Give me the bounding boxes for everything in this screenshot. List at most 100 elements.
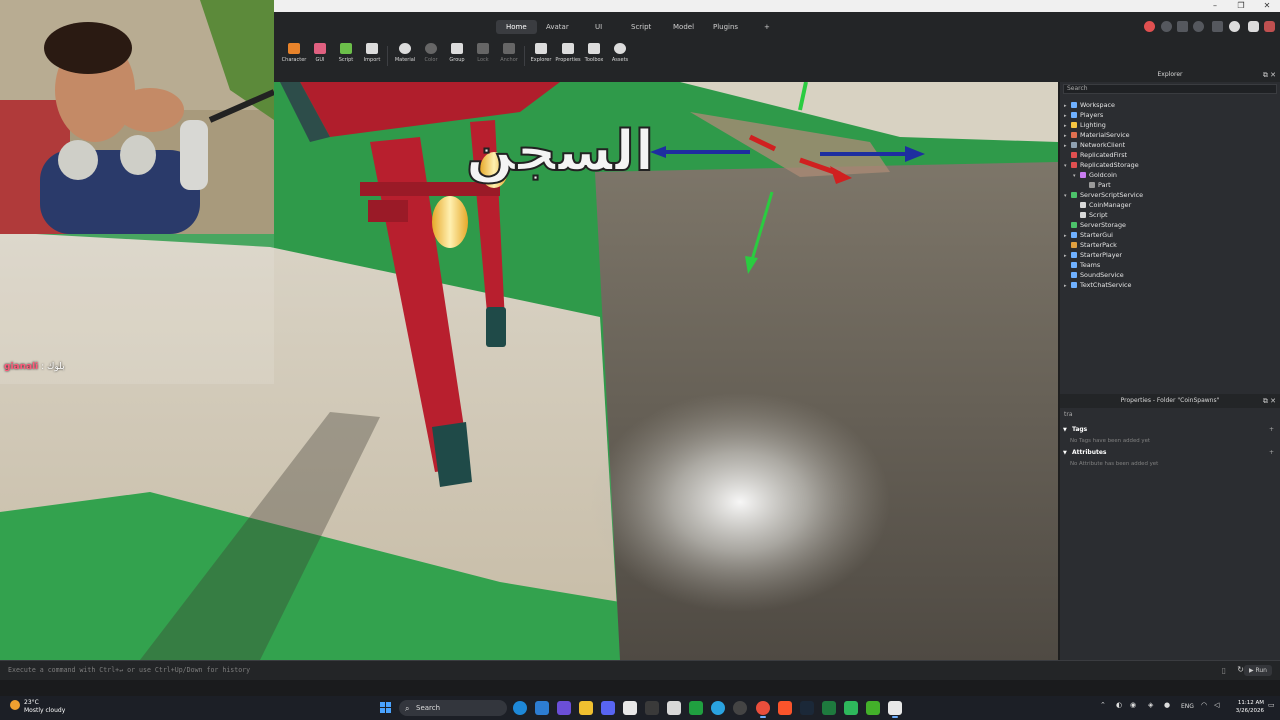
file-explorer-icon[interactable] xyxy=(579,701,593,715)
service-icon xyxy=(1080,212,1086,218)
tags-section-header[interactable]: ▼ Tags + xyxy=(1060,424,1280,436)
edge-icon[interactable] xyxy=(513,701,527,715)
explorer-tool-button[interactable]: Explorer xyxy=(526,42,556,68)
properties-filter-input[interactable]: tra xyxy=(1063,411,1277,421)
weather-condition: Mostly cloudy xyxy=(24,707,66,714)
share-icon[interactable] xyxy=(1193,21,1204,32)
expand-arrow-icon[interactable]: ▾ xyxy=(1073,171,1080,181)
excel-icon[interactable] xyxy=(822,701,836,715)
desktop-gap xyxy=(0,680,1280,696)
chat-icon[interactable] xyxy=(1177,21,1188,32)
volume-icon[interactable]: ◁ xyxy=(1214,701,1219,709)
explorer-item[interactable]: ▸ Lighting xyxy=(1064,120,1106,130)
gate-crossbeam xyxy=(360,182,500,196)
explorer-item[interactable]: ▸ MaterialService xyxy=(1064,130,1130,140)
discord-icon[interactable] xyxy=(601,701,615,715)
xbox-icon[interactable] xyxy=(689,701,703,715)
explorer-item[interactable]: Teams xyxy=(1064,260,1100,270)
expand-arrow-icon[interactable]: ▸ xyxy=(1064,281,1071,291)
tab-home[interactable]: Home xyxy=(496,20,537,34)
minimize-button[interactable]: – xyxy=(1202,0,1228,12)
nvidia-icon[interactable] xyxy=(866,701,880,715)
attributes-section-header[interactable]: ▼ Attributes + xyxy=(1060,447,1280,459)
explorer-item[interactable]: ▸ Players xyxy=(1064,110,1103,120)
explorer-item[interactable]: ▸ StarterGui xyxy=(1064,230,1113,240)
add-tag-icon[interactable]: + xyxy=(1269,424,1274,436)
explorer-item[interactable]: ▸ Workspace xyxy=(1064,100,1115,110)
toolbar-divider xyxy=(524,46,525,66)
notepad-icon[interactable] xyxy=(623,701,637,715)
explorer-item[interactable]: Part xyxy=(1082,180,1111,190)
explorer-item[interactable]: ▾ ServerScriptService xyxy=(1064,190,1143,200)
close-window-button[interactable]: ✕ xyxy=(1254,0,1280,12)
collaborate-icon[interactable] xyxy=(1212,21,1223,32)
explorer-item[interactable]: ReplicatedFirst xyxy=(1064,150,1127,160)
command-input[interactable]: Execute a command with Ctrl+↵ or use Ctr… xyxy=(8,666,250,674)
tray-app-icon[interactable]: ◈ xyxy=(1148,701,1153,709)
taskbar-clock[interactable]: 11:12 AM 3/26/2026 xyxy=(1230,699,1264,715)
anchor-tool-button[interactable]: Anchor xyxy=(494,42,524,68)
import-tool-button[interactable]: Import xyxy=(357,42,387,68)
tab-plugins[interactable]: Plugins xyxy=(703,20,748,34)
history-icon[interactable]: ↻ xyxy=(1237,665,1244,674)
taskbar-search[interactable]: ⌕ Search xyxy=(399,700,507,716)
brave-icon[interactable] xyxy=(778,701,792,715)
bookmark-icon[interactable]: ▯ xyxy=(1222,666,1226,675)
github-icon[interactable] xyxy=(733,701,747,715)
language-indicator[interactable]: ENG xyxy=(1181,703,1194,710)
user-avatar[interactable] xyxy=(1264,21,1275,32)
explorer-item[interactable]: ▾ ReplicatedStorage xyxy=(1064,160,1139,170)
app-icon[interactable] xyxy=(557,701,571,715)
start-button[interactable] xyxy=(380,702,392,714)
expand-arrow-icon[interactable]: ▾ xyxy=(1064,191,1071,201)
record-icon[interactable] xyxy=(1144,21,1155,32)
service-icon xyxy=(1071,222,1077,228)
chrome-icon[interactable] xyxy=(756,701,770,718)
capcut-icon[interactable] xyxy=(667,701,681,715)
close-panel-icon[interactable]: ⧉ ✕ xyxy=(1263,394,1276,408)
assets-icon xyxy=(614,43,626,54)
tray-app-icon[interactable]: ◐ xyxy=(1116,701,1122,709)
notification-center-icon[interactable]: ▭ xyxy=(1268,701,1275,709)
tray-overflow-icon[interactable]: ⌃ xyxy=(1100,701,1106,709)
service-icon xyxy=(1080,202,1086,208)
tray-app-icon[interactable]: ◉ xyxy=(1130,701,1136,709)
cloud-icon[interactable] xyxy=(1229,21,1240,32)
tab-model[interactable]: Model xyxy=(663,20,704,34)
add-tab-button[interactable]: + xyxy=(754,20,780,34)
maximize-button[interactable]: ❐ xyxy=(1228,0,1254,12)
telegram-icon[interactable] xyxy=(711,701,725,715)
attributes-empty-text: No Attribute has been added yet xyxy=(1070,461,1159,467)
explorer-item[interactable]: ▸ StarterPlayer xyxy=(1064,250,1122,260)
explorer-item[interactable]: Script xyxy=(1073,210,1108,220)
expand-arrow-icon[interactable]: ▾ xyxy=(1064,161,1071,171)
explorer-item[interactable]: CoinManager xyxy=(1073,200,1131,210)
run-button[interactable]: ▶ Run xyxy=(1243,665,1272,676)
run-label: Run xyxy=(1255,667,1267,674)
explorer-search-input[interactable]: Search xyxy=(1063,84,1277,94)
explorer-item[interactable]: SoundService xyxy=(1064,270,1124,280)
notification-bell-icon[interactable] xyxy=(1248,21,1259,32)
wifi-icon[interactable]: ◠ xyxy=(1201,701,1207,709)
microphone-icon[interactable]: ● xyxy=(1164,701,1170,709)
steam-icon[interactable] xyxy=(800,701,814,715)
close-panel-icon[interactable]: ⧉ ✕ xyxy=(1263,68,1276,82)
explorer-item[interactable]: ▾ Goldcoin xyxy=(1073,170,1117,180)
lock-icon xyxy=(477,43,489,54)
tab-script[interactable]: Script xyxy=(621,20,661,34)
photos-icon[interactable] xyxy=(535,701,549,715)
explorer-item[interactable]: ▸ TextChatService xyxy=(1064,280,1131,290)
app-icon[interactable] xyxy=(844,701,858,715)
add-attribute-icon[interactable]: + xyxy=(1269,447,1274,459)
properties-title-bar: Properties - Folder "CoinSpawns" ⧉ ✕ xyxy=(1060,394,1280,408)
explorer-item[interactable]: StarterPack xyxy=(1064,240,1117,250)
team-create-icon[interactable] xyxy=(1161,21,1172,32)
weather-widget[interactable]: 23°C Mostly cloudy xyxy=(10,699,65,715)
explorer-item[interactable]: ServerStorage xyxy=(1064,220,1126,230)
explorer-item[interactable]: ▸ NetworkClient xyxy=(1064,140,1125,150)
assets-tool-button[interactable]: Assets xyxy=(605,42,635,68)
roblox-studio-icon[interactable] xyxy=(888,701,902,718)
tab-ui[interactable]: UI xyxy=(585,20,612,34)
app-icon[interactable] xyxy=(645,701,659,715)
tab-avatar[interactable]: Avatar xyxy=(536,20,579,34)
